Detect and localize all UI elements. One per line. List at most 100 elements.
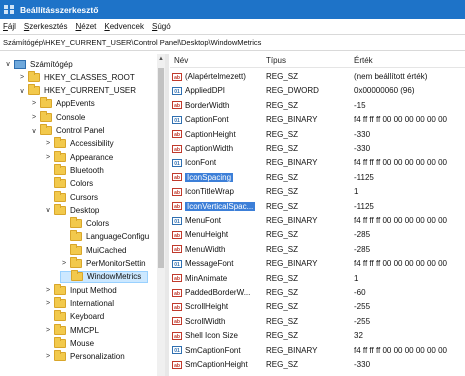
folder-icon <box>70 230 82 242</box>
chevron-right-icon[interactable]: > <box>18 74 26 81</box>
value-type: REG_SZ <box>266 273 299 283</box>
tree-item[interactable]: > PerMonitorSettin <box>60 257 146 270</box>
value-data: 1 <box>354 187 359 197</box>
menu-view[interactable]: Nézet <box>75 22 96 31</box>
pane-splitter[interactable] <box>165 54 169 376</box>
tree-item-label: Mouse <box>70 338 95 348</box>
string-value-icon: ab <box>172 187 182 196</box>
tree-item[interactable]: MuiCached <box>60 243 126 256</box>
value-type: REG_SZ <box>266 230 299 240</box>
tree-item[interactable]: ∨ HKEY_CURRENT_USER <box>18 84 136 97</box>
tree-item[interactable]: ∨ Számítógép <box>4 58 73 70</box>
tree-item[interactable]: WindowMetrics <box>60 270 149 283</box>
tree-item-label: Colors <box>70 179 94 189</box>
tree-item[interactable]: LanguageConfigu <box>60 230 149 243</box>
value-row[interactable]: ab ScrollHeight REG_SZ -255 <box>170 300 465 313</box>
menu-edit[interactable]: Szerkesztés <box>24 22 68 31</box>
chevron-right-icon[interactable]: > <box>44 140 52 147</box>
tree-item[interactable]: Bluetooth <box>44 163 104 176</box>
value-row[interactable]: 01 MenuFont REG_BINARY f4 ff ff ff 00 00 00… <box>170 214 465 227</box>
value-data: -255 <box>354 316 371 326</box>
folder-icon <box>54 163 66 175</box>
value-row[interactable]: 01 SmCaptionFont REG_BINARY f4 ff ff ff 00 … <box>170 344 465 357</box>
value-data: -1125 <box>354 172 374 182</box>
value-name: MenuFont <box>185 216 222 225</box>
tree-item[interactable]: > MMCPL <box>44 323 99 336</box>
folder-icon <box>40 97 52 109</box>
chevron-right-icon[interactable]: > <box>44 353 52 360</box>
chevron-right-icon[interactable]: > <box>44 154 52 161</box>
tree-item[interactable]: Keyboard <box>44 310 104 323</box>
chevron-right-icon[interactable]: > <box>30 114 38 121</box>
value-row[interactable]: 01 MessageFont REG_BINARY f4 ff ff ff 00 00… <box>170 257 465 270</box>
value-name: PaddedBorderW... <box>185 288 251 297</box>
chevron-down-icon[interactable]: ∨ <box>4 60 12 68</box>
value-data: f4 ff ff ff 00 00 00 00 00 00 <box>354 158 447 168</box>
chevron-down-icon[interactable]: ∨ <box>30 127 38 135</box>
tree-item[interactable]: > Console <box>30 110 85 123</box>
value-row[interactable]: ab CaptionWidth REG_SZ -330 <box>170 142 465 155</box>
value-row[interactable]: ab MinAnimate REG_SZ 1 <box>170 272 465 285</box>
tree-item[interactable]: ∨ Control Panel <box>30 124 104 137</box>
value-row[interactable]: ab (Alapértelmezett) REG_SZ (nem beállított… <box>170 70 465 83</box>
chevron-right-icon[interactable]: > <box>44 327 52 334</box>
chevron-down-icon[interactable]: ∨ <box>44 206 52 214</box>
value-row[interactable]: ab IconVerticalSpac... REG_SZ -1125 <box>170 200 465 213</box>
value-row[interactable]: ab BorderWidth REG_SZ -15 <box>170 99 465 112</box>
column-header-type[interactable]: Típus <box>266 56 286 65</box>
chevron-right-icon[interactable]: > <box>44 300 52 307</box>
tree-item[interactable]: Colors <box>44 177 94 190</box>
value-row[interactable]: ab IconTitleWrap REG_SZ 1 <box>170 185 465 198</box>
menu-favorites[interactable]: Kedvencek <box>104 22 144 31</box>
tree-item-label: WindowMetrics <box>87 272 142 282</box>
menu-help[interactable]: Súgó <box>152 22 171 31</box>
address-bar[interactable]: Számítógép\HKEY_CURRENT_USER\Control Pan… <box>0 34 465 51</box>
values-list[interactable]: Név Típus Érték ab (Alapértelmezett) REG_S… <box>170 54 465 376</box>
folder-icon <box>54 137 66 149</box>
tree-item[interactable]: > HKEY_CLASSES_ROOT <box>18 70 135 83</box>
tree-item[interactable]: > Input Method <box>44 283 117 296</box>
value-row[interactable]: 01 CaptionFont REG_BINARY f4 ff ff ff 00 00… <box>170 113 465 126</box>
scroll-up-icon[interactable]: ▲ <box>158 56 164 62</box>
value-row[interactable]: ab MenuHeight REG_SZ -285 <box>170 228 465 241</box>
chevron-right-icon[interactable]: > <box>30 100 38 107</box>
tree-item-label: Appearance <box>70 152 114 162</box>
value-row[interactable]: ab SmCaptionHeight REG_SZ -330 <box>170 358 465 371</box>
tree-item[interactable]: > AppEvents <box>30 97 95 110</box>
string-value-icon: ab <box>172 317 182 326</box>
title-bar[interactable]: Beállításszerkesztő <box>0 0 465 19</box>
tree-item[interactable]: > Personalization <box>44 350 125 363</box>
value-row[interactable]: 01 IconFont REG_BINARY f4 ff ff ff 00 00 00… <box>170 156 465 169</box>
tree-item[interactable]: Mouse <box>44 336 95 349</box>
chevron-down-icon[interactable]: ∨ <box>18 87 26 95</box>
tree-item[interactable]: > Appearance <box>44 150 114 163</box>
folder-icon <box>28 70 40 82</box>
value-row[interactable]: ab PaddedBorderW... REG_SZ -60 <box>170 286 465 299</box>
value-row[interactable]: ab Shell Icon Size REG_SZ 32 <box>170 329 465 342</box>
value-data: 0x00000060 (96) <box>354 86 415 96</box>
tree-item[interactable]: ∨ Desktop <box>44 203 99 216</box>
tree-item[interactable]: Cursors <box>44 190 98 203</box>
value-row[interactable]: ab CaptionHeight REG_SZ -330 <box>170 128 465 141</box>
value-name-cell: ab CaptionHeight <box>172 130 260 139</box>
value-row[interactable]: ab ScrollWidth REG_SZ -255 <box>170 315 465 328</box>
chevron-right-icon[interactable]: > <box>60 260 68 267</box>
tree-item[interactable]: > Accessibility <box>44 137 114 150</box>
folder-icon <box>54 190 66 202</box>
registry-tree[interactable]: ∨ Számítógép > HKEY_CLASSES_ROOT ∨ HKEY_CURRE… <box>0 54 165 376</box>
tree-item[interactable]: > International <box>44 296 114 309</box>
value-data: (nem beállított érték) <box>354 72 428 81</box>
value-row[interactable]: 01 AppliedDPI REG_DWORD 0x00000060 (96) <box>170 84 465 97</box>
chevron-right-icon[interactable]: > <box>44 287 52 294</box>
tree-item[interactable]: Colors <box>60 217 109 230</box>
tree-scroll-thumb[interactable] <box>158 68 164 268</box>
value-row[interactable]: ab MenuWidth REG_SZ -285 <box>170 243 465 256</box>
column-header-value[interactable]: Érték <box>354 56 373 65</box>
column-header-name[interactable]: Név <box>174 56 188 65</box>
value-data: -330 <box>354 360 371 369</box>
menu-file[interactable]: Fájl <box>3 22 16 31</box>
value-row[interactable]: ab IconSpacing REG_SZ -1125 <box>170 171 465 184</box>
string-value-icon: ab <box>172 144 182 153</box>
tree-scrollbar[interactable]: ▲ <box>157 54 165 376</box>
value-name-cell: ab (Alapértelmezett) <box>172 72 260 81</box>
